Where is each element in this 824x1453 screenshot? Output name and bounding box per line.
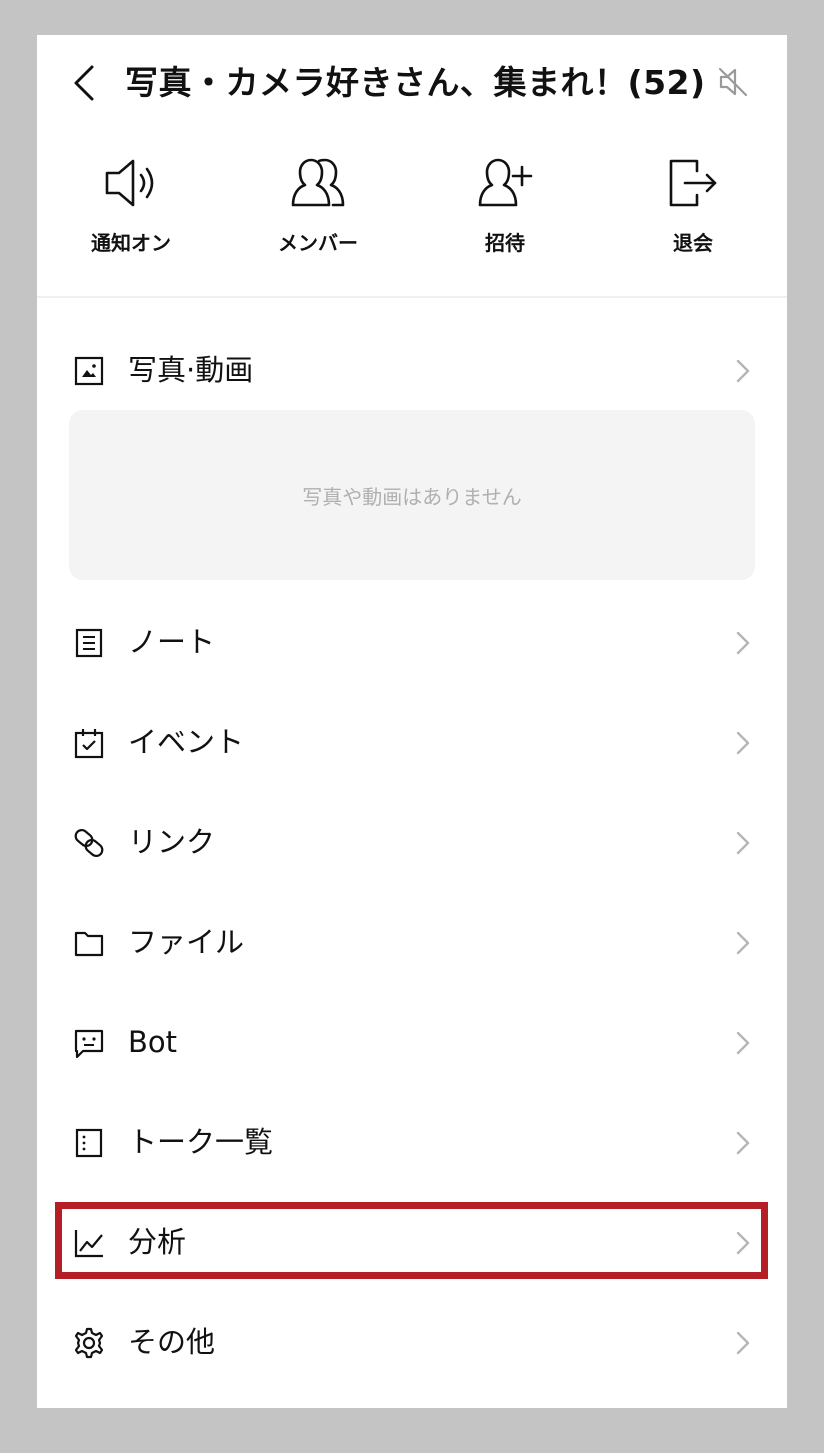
speaker-on-icon bbox=[105, 159, 154, 207]
speaker-muted-icon[interactable] bbox=[717, 65, 751, 99]
page-title: 写真・カメラ好きさん、集まれ！(52) bbox=[125, 63, 706, 102]
header: 写真・カメラ好きさん、集まれ！(52) bbox=[37, 35, 787, 131]
folder-icon bbox=[74, 931, 104, 957]
note-icon bbox=[75, 628, 103, 658]
link-icon bbox=[74, 828, 104, 858]
invite-label: 招待 bbox=[485, 231, 525, 255]
add-person-icon bbox=[478, 158, 533, 207]
chevron-left-icon bbox=[74, 65, 94, 101]
menu-item-talk-list[interactable]: トーク一覧 bbox=[37, 1112, 787, 1172]
menu-item-note[interactable]: ノート bbox=[37, 612, 787, 672]
talk-list-icon bbox=[75, 1128, 103, 1158]
action-row: 通知オン メンバー 招待 退会 bbox=[37, 153, 787, 263]
invite-button[interactable]: 招待 bbox=[430, 153, 580, 263]
gear-icon bbox=[74, 1327, 104, 1359]
notification-toggle-label: 通知オン bbox=[91, 231, 171, 255]
leave-icon bbox=[669, 159, 717, 207]
menu-item-photos-videos[interactable]: 写真·動画 bbox=[37, 340, 787, 400]
menu-item-event[interactable]: イベント bbox=[37, 712, 787, 772]
members-label: メンバー bbox=[278, 231, 358, 255]
menu-item-label: リンク bbox=[128, 825, 216, 859]
leave-label: 退会 bbox=[673, 231, 713, 255]
back-button[interactable] bbox=[67, 61, 101, 105]
notification-toggle-button[interactable]: 通知オン bbox=[56, 153, 206, 263]
menu-item-link[interactable]: リンク bbox=[37, 812, 787, 872]
chevron-right-icon bbox=[736, 1331, 750, 1355]
chevron-right-icon bbox=[736, 1031, 750, 1055]
empty-state-text: 写真や動画はありません bbox=[302, 484, 522, 509]
device-frame: 写真・カメラ好きさん、集まれ！(52) 通知オン メンバー 招待 退会 写真·動… bbox=[0, 0, 824, 1453]
menu-item-other[interactable]: その他 bbox=[37, 1312, 787, 1372]
chevron-right-icon bbox=[736, 359, 750, 383]
analytics-highlight-box bbox=[55, 1202, 768, 1279]
chevron-right-icon bbox=[736, 831, 750, 855]
menu-item-label: 写真·動画 bbox=[128, 353, 254, 387]
menu-item-label: トーク一覧 bbox=[128, 1125, 274, 1159]
menu-item-label: Bot bbox=[128, 1025, 178, 1059]
calendar-check-icon bbox=[74, 729, 104, 759]
menu-item-label: ファイル bbox=[128, 925, 245, 959]
menu-item-bot[interactable]: Bot bbox=[37, 1012, 787, 1072]
chevron-right-icon bbox=[736, 631, 750, 655]
chevron-right-icon bbox=[736, 731, 750, 755]
bot-icon bbox=[74, 1029, 104, 1059]
divider bbox=[37, 296, 787, 298]
menu-item-label: イベント bbox=[128, 725, 245, 759]
menu-item-label: ノート bbox=[128, 625, 216, 659]
members-icon bbox=[291, 158, 345, 207]
leave-button[interactable]: 退会 bbox=[618, 153, 768, 263]
photo-icon bbox=[74, 356, 104, 386]
chevron-right-icon bbox=[736, 1131, 750, 1155]
photos-empty-state: 写真や動画はありません bbox=[69, 410, 755, 580]
menu-item-file[interactable]: ファイル bbox=[37, 912, 787, 972]
menu-item-label: その他 bbox=[128, 1325, 216, 1359]
members-button[interactable]: メンバー bbox=[243, 153, 393, 263]
chevron-right-icon bbox=[736, 931, 750, 955]
